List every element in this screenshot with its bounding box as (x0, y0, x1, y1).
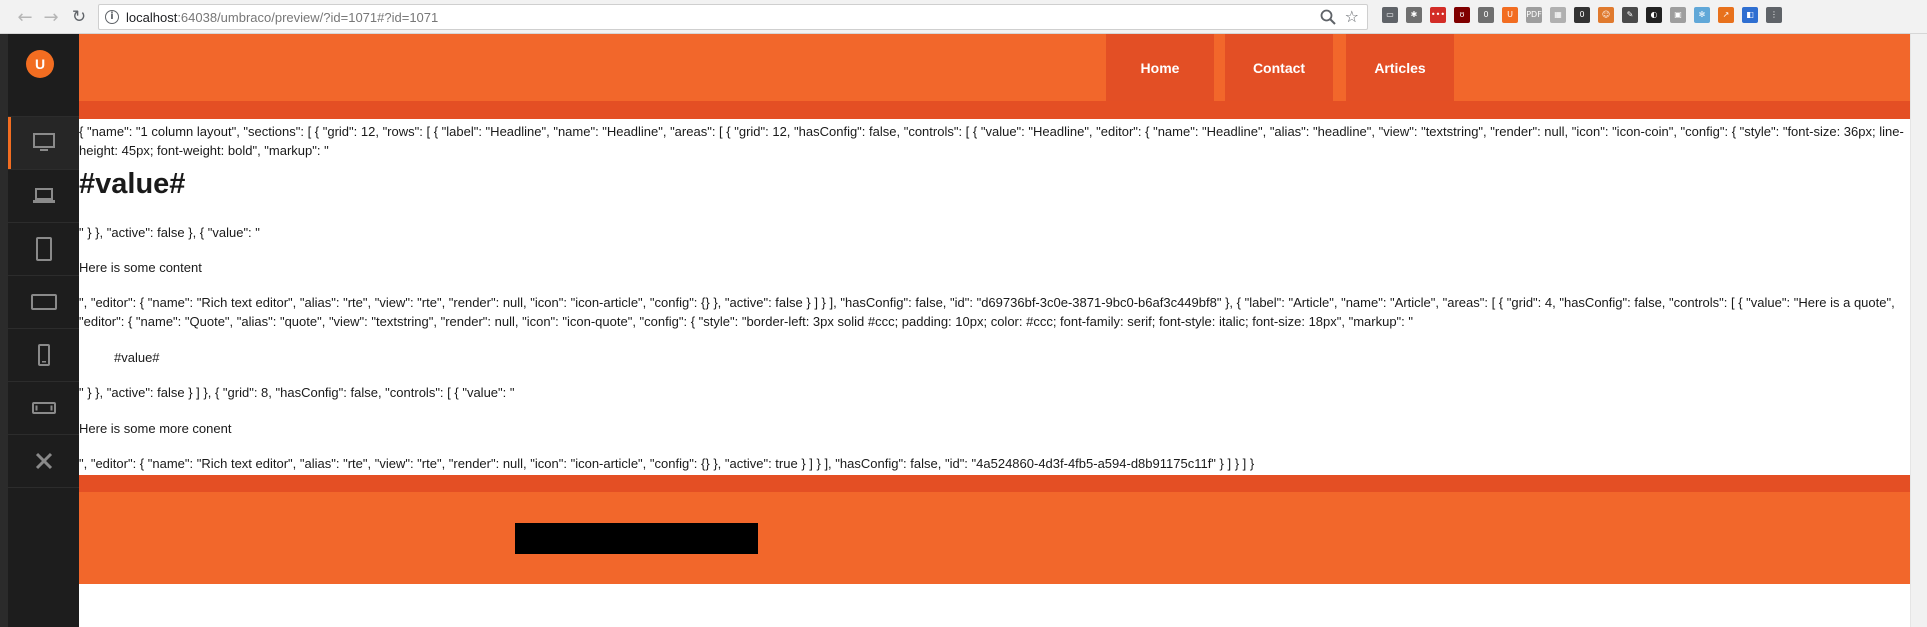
pdf-icon[interactable]: PDF (1526, 7, 1542, 23)
bug-icon[interactable]: ✱ (1406, 7, 1422, 23)
doc-icon[interactable]: ◧ (1742, 7, 1758, 23)
owl-icon[interactable]: ▣ (1670, 7, 1686, 23)
preview-sidebar: U (0, 34, 79, 627)
reload-icon[interactable]: ↻ (68, 6, 90, 28)
desktop-icon (32, 133, 55, 151)
url-path: :64038/umbraco/preview/?id=1071#?id=1071 (177, 10, 439, 25)
menu-icon[interactable]: ⋮ (1766, 7, 1782, 23)
site-header: Home Contact Articles (79, 34, 1910, 101)
device-desktop-button[interactable] (8, 116, 79, 169)
browser-toolbar: ← → ↻ i localhost:64038/umbraco/preview/… (0, 0, 1927, 34)
laptop-icon (32, 188, 55, 203)
grid-icon[interactable]: ▦ (1550, 7, 1566, 23)
lastpass-icon[interactable]: ••• (1430, 7, 1446, 23)
site-preview: Home Contact Articles { "name": "1 colum… (79, 34, 1910, 627)
ublock-icon[interactable]: ʊ (1454, 7, 1470, 23)
tools-icon[interactable]: ✎ (1622, 7, 1638, 23)
redacted-box (515, 523, 758, 554)
close-icon (35, 452, 52, 470)
zoom-icon[interactable] (1319, 8, 1337, 26)
address-bar[interactable]: i localhost:64038/umbraco/preview/?id=10… (98, 4, 1368, 30)
exit-preview-button[interactable] (8, 434, 79, 488)
device-tablet-landscape-button[interactable] (8, 275, 79, 328)
tablet-landscape-icon (30, 294, 57, 310)
paragraph: Here is some content (79, 260, 202, 275)
raw-json-text: " } }, "active": false }, { "value": " (79, 225, 260, 240)
raw-json-text: ", "editor": { "name": "Rich text editor… (79, 295, 1895, 329)
umbraco-ext-icon[interactable]: U (1502, 7, 1518, 23)
footer-stripe (79, 475, 1910, 492)
logo-glyph: U (34, 56, 46, 72)
paragraph: Here is some more conent (79, 421, 232, 436)
site-info-icon[interactable]: i (105, 10, 119, 24)
device-tablet-portrait-button[interactable] (8, 222, 79, 275)
header-stripe (79, 101, 1910, 119)
sidebar-edge (0, 34, 8, 627)
device-smartphone-landscape-button[interactable] (8, 381, 79, 434)
react-icon[interactable]: ✻ (1694, 7, 1710, 23)
device-smartphone-portrait-button[interactable] (8, 328, 79, 381)
url-host: localhost (126, 10, 178, 25)
headline: #value# (79, 168, 186, 200)
nav-home[interactable]: Home (1106, 34, 1214, 101)
ghost-icon[interactable]: 0 (1574, 7, 1590, 23)
url-text[interactable]: localhost:64038/umbraco/preview/?id=1071… (126, 10, 438, 25)
raw-json-text: { "name": "1 column layout", "sections":… (79, 124, 1904, 158)
face-icon[interactable]: ☺ (1598, 7, 1614, 23)
shield-icon[interactable]: 0 (1478, 7, 1494, 23)
tablet-portrait-icon (35, 237, 52, 261)
scrollbar[interactable] (1910, 34, 1927, 627)
device-laptop-button[interactable] (8, 169, 79, 222)
bookmark-star-icon[interactable]: ☆ (1345, 7, 1359, 26)
quote: #value# (114, 350, 160, 365)
umbraco-logo-icon[interactable]: U (26, 50, 54, 78)
raw-json-text: ", "editor": { "name": "Rich text editor… (79, 456, 1255, 471)
cast-icon[interactable]: ▭ (1382, 7, 1398, 23)
raw-json-text: " } }, "active": false } ] }, { "grid": … (79, 385, 515, 400)
extensions-bar: ▭ ✱ ••• ʊ 0 U PDF ▦ 0 ☺ ✎ ◐ ▣ ✻ ↗ ◧ ⋮ (1382, 7, 1782, 23)
mask-icon[interactable]: ◐ (1646, 7, 1662, 23)
site-footer (79, 492, 1910, 584)
smartphone-landscape-icon (31, 402, 56, 414)
back-icon[interactable]: ← (14, 6, 36, 28)
smartphone-portrait-icon (37, 344, 50, 366)
chart-icon[interactable]: ↗ (1718, 7, 1734, 23)
forward-icon[interactable]: → (40, 6, 62, 28)
nav-articles[interactable]: Articles (1346, 34, 1454, 101)
nav-contact[interactable]: Contact (1225, 34, 1333, 101)
